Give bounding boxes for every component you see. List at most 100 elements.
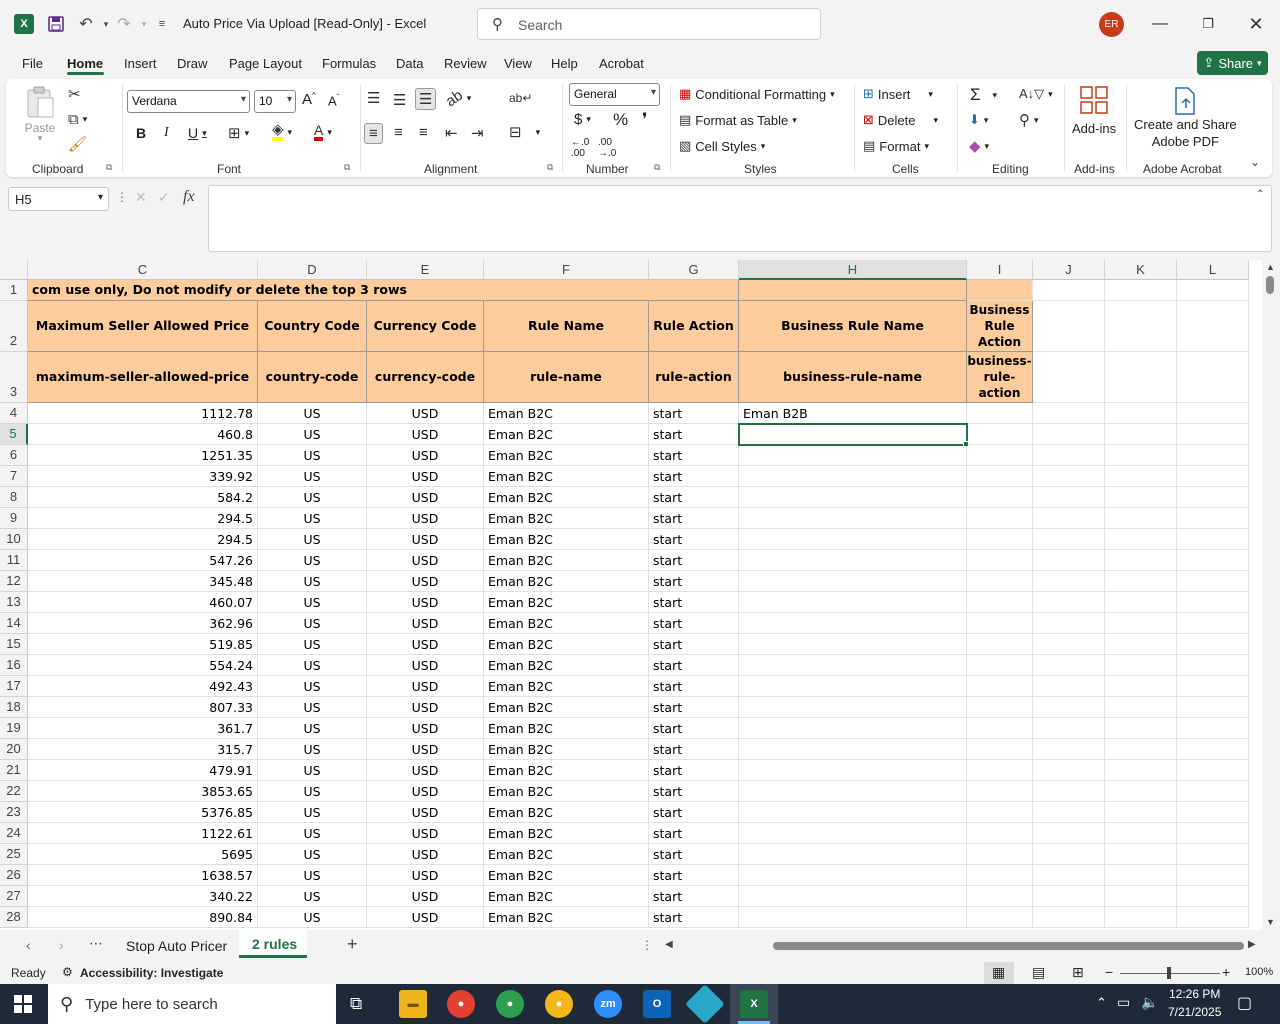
table-cell[interactable]: US xyxy=(258,424,367,445)
empty-cell[interactable] xyxy=(1177,781,1249,802)
table-cell[interactable]: USD xyxy=(367,823,484,844)
empty-cell[interactable] xyxy=(967,655,1033,676)
tab-view[interactable]: View xyxy=(504,56,532,71)
table-cell[interactable]: 460.07 xyxy=(28,592,258,613)
table-cell[interactable]: 492.43 xyxy=(28,676,258,697)
empty-cell[interactable] xyxy=(1177,487,1249,508)
font-color-button[interactable]: A ▾ xyxy=(314,123,332,141)
minimize-icon[interactable]: — xyxy=(1148,12,1172,36)
network-icon[interactable]: ▭ xyxy=(1117,994,1130,1011)
table-cell[interactable]: start xyxy=(649,886,739,907)
zoom-out-icon[interactable]: − xyxy=(1105,964,1113,980)
empty-cell[interactable] xyxy=(967,280,1033,301)
column-header-f[interactable]: F xyxy=(484,260,649,280)
tab-page-layout[interactable]: Page Layout xyxy=(229,56,302,71)
row-header[interactable]: 21 xyxy=(0,760,28,781)
table-cell[interactable] xyxy=(739,445,967,466)
table-cell[interactable]: Eman B2C xyxy=(484,739,649,760)
table-cell[interactable]: 1638.57 xyxy=(28,865,258,886)
format-as-table-button[interactable]: ▤ Format as Table ▾ xyxy=(679,112,797,128)
table-cell[interactable]: start xyxy=(649,697,739,718)
format-cells-button[interactable]: ▤ Format ▾ xyxy=(863,138,929,154)
sheet-warning-banner[interactable]: com use only, Do not modify or delete th… xyxy=(28,280,739,301)
empty-cell[interactable] xyxy=(967,424,1033,445)
row-header[interactable]: 5 xyxy=(0,424,28,445)
empty-cell[interactable] xyxy=(1033,529,1105,550)
table-cell[interactable]: Eman B2C xyxy=(484,403,649,424)
table-cell[interactable]: USD xyxy=(367,571,484,592)
active-cell-selection[interactable] xyxy=(738,423,968,446)
horizontal-scroll-thumb[interactable] xyxy=(773,942,1244,950)
empty-cell[interactable] xyxy=(967,466,1033,487)
table-cell[interactable]: US xyxy=(258,802,367,823)
app-diamond-icon[interactable] xyxy=(685,984,725,1024)
table-cell[interactable]: 547.26 xyxy=(28,550,258,571)
empty-cell[interactable] xyxy=(1177,739,1249,760)
table-cell[interactable]: start xyxy=(649,781,739,802)
row-header[interactable]: 8 xyxy=(0,487,28,508)
decrease-font-button[interactable]: Aˇ xyxy=(328,93,339,108)
underline-button[interactable]: U ▾ xyxy=(188,125,207,141)
table-cell[interactable]: USD xyxy=(367,529,484,550)
fill-handle[interactable] xyxy=(963,441,969,447)
table-cell[interactable]: start xyxy=(649,445,739,466)
percent-button[interactable]: % xyxy=(613,110,628,130)
table-cell[interactable]: start xyxy=(649,655,739,676)
table-cell[interactable]: 519.85 xyxy=(28,634,258,655)
italic-button[interactable]: I xyxy=(164,125,169,141)
empty-cell[interactable] xyxy=(967,781,1033,802)
task-view-icon[interactable]: ⧉ xyxy=(350,994,362,1014)
table-cell[interactable] xyxy=(739,676,967,697)
clock-time[interactable]: 12:26 PM xyxy=(1169,987,1220,1001)
table-cell[interactable]: Eman B2C xyxy=(484,907,649,928)
table-cell[interactable]: 5376.85 xyxy=(28,802,258,823)
column-header-e[interactable]: E xyxy=(367,260,484,280)
table-cell[interactable] xyxy=(739,529,967,550)
chrome-profile-2-icon[interactable]: ● xyxy=(545,990,573,1018)
page-break-view-icon[interactable]: ⊞ xyxy=(1072,964,1084,981)
empty-cell[interactable] xyxy=(1177,802,1249,823)
table-cell[interactable]: US xyxy=(258,865,367,886)
empty-cell[interactable] xyxy=(1105,466,1177,487)
row-header[interactable]: 20 xyxy=(0,739,28,760)
normal-view-button[interactable]: ▦ xyxy=(984,962,1014,984)
empty-cell[interactable] xyxy=(1033,445,1105,466)
share-button[interactable]: ⇪ Share ▾ xyxy=(1197,51,1268,75)
copy-button[interactable]: ⧉ ▾ xyxy=(68,111,87,128)
table-cell[interactable]: USD xyxy=(367,445,484,466)
empty-cell[interactable] xyxy=(1033,676,1105,697)
tab-insert[interactable]: Insert xyxy=(124,56,157,71)
cancel-entry-icon[interactable]: ✕ xyxy=(135,189,147,206)
table-cell[interactable]: USD xyxy=(367,613,484,634)
table-cell[interactable] xyxy=(739,613,967,634)
row-header[interactable]: 6 xyxy=(0,445,28,466)
vertical-scroll-thumb[interactable] xyxy=(1266,276,1274,294)
empty-cell[interactable] xyxy=(1033,613,1105,634)
create-pdf-button[interactable]: Create and Share Adobe PDF xyxy=(1134,87,1237,149)
table-cell[interactable]: USD xyxy=(367,718,484,739)
increase-font-button[interactable]: A^ xyxy=(302,91,316,108)
empty-cell[interactable] xyxy=(1033,571,1105,592)
align-top-button[interactable]: ☰ xyxy=(367,89,380,107)
column-key-4[interactable]: rule-action xyxy=(649,352,739,403)
empty-cell[interactable] xyxy=(1105,301,1177,352)
table-cell[interactable]: start xyxy=(649,634,739,655)
table-cell[interactable]: USD xyxy=(367,844,484,865)
outlook-icon[interactable]: O xyxy=(643,990,671,1018)
column-header-d[interactable]: D xyxy=(258,260,367,280)
row-header[interactable]: 14 xyxy=(0,613,28,634)
merge-center-button[interactable]: ⊟ ▾ xyxy=(509,123,540,141)
tab-data[interactable]: Data xyxy=(396,56,423,71)
column-header-l[interactable]: L xyxy=(1177,260,1249,280)
align-middle-button[interactable]: ☰ xyxy=(393,91,406,109)
table-cell[interactable]: Eman B2C xyxy=(484,802,649,823)
currency-button[interactable]: $ ▾ xyxy=(574,111,591,128)
empty-cell[interactable] xyxy=(967,865,1033,886)
table-cell[interactable]: start xyxy=(649,508,739,529)
table-cell[interactable]: 361.7 xyxy=(28,718,258,739)
table-cell[interactable]: 345.48 xyxy=(28,571,258,592)
number-format-select[interactable]: General ▾ xyxy=(569,83,660,106)
table-cell[interactable] xyxy=(739,466,967,487)
table-cell[interactable]: start xyxy=(649,865,739,886)
table-cell[interactable]: USD xyxy=(367,760,484,781)
